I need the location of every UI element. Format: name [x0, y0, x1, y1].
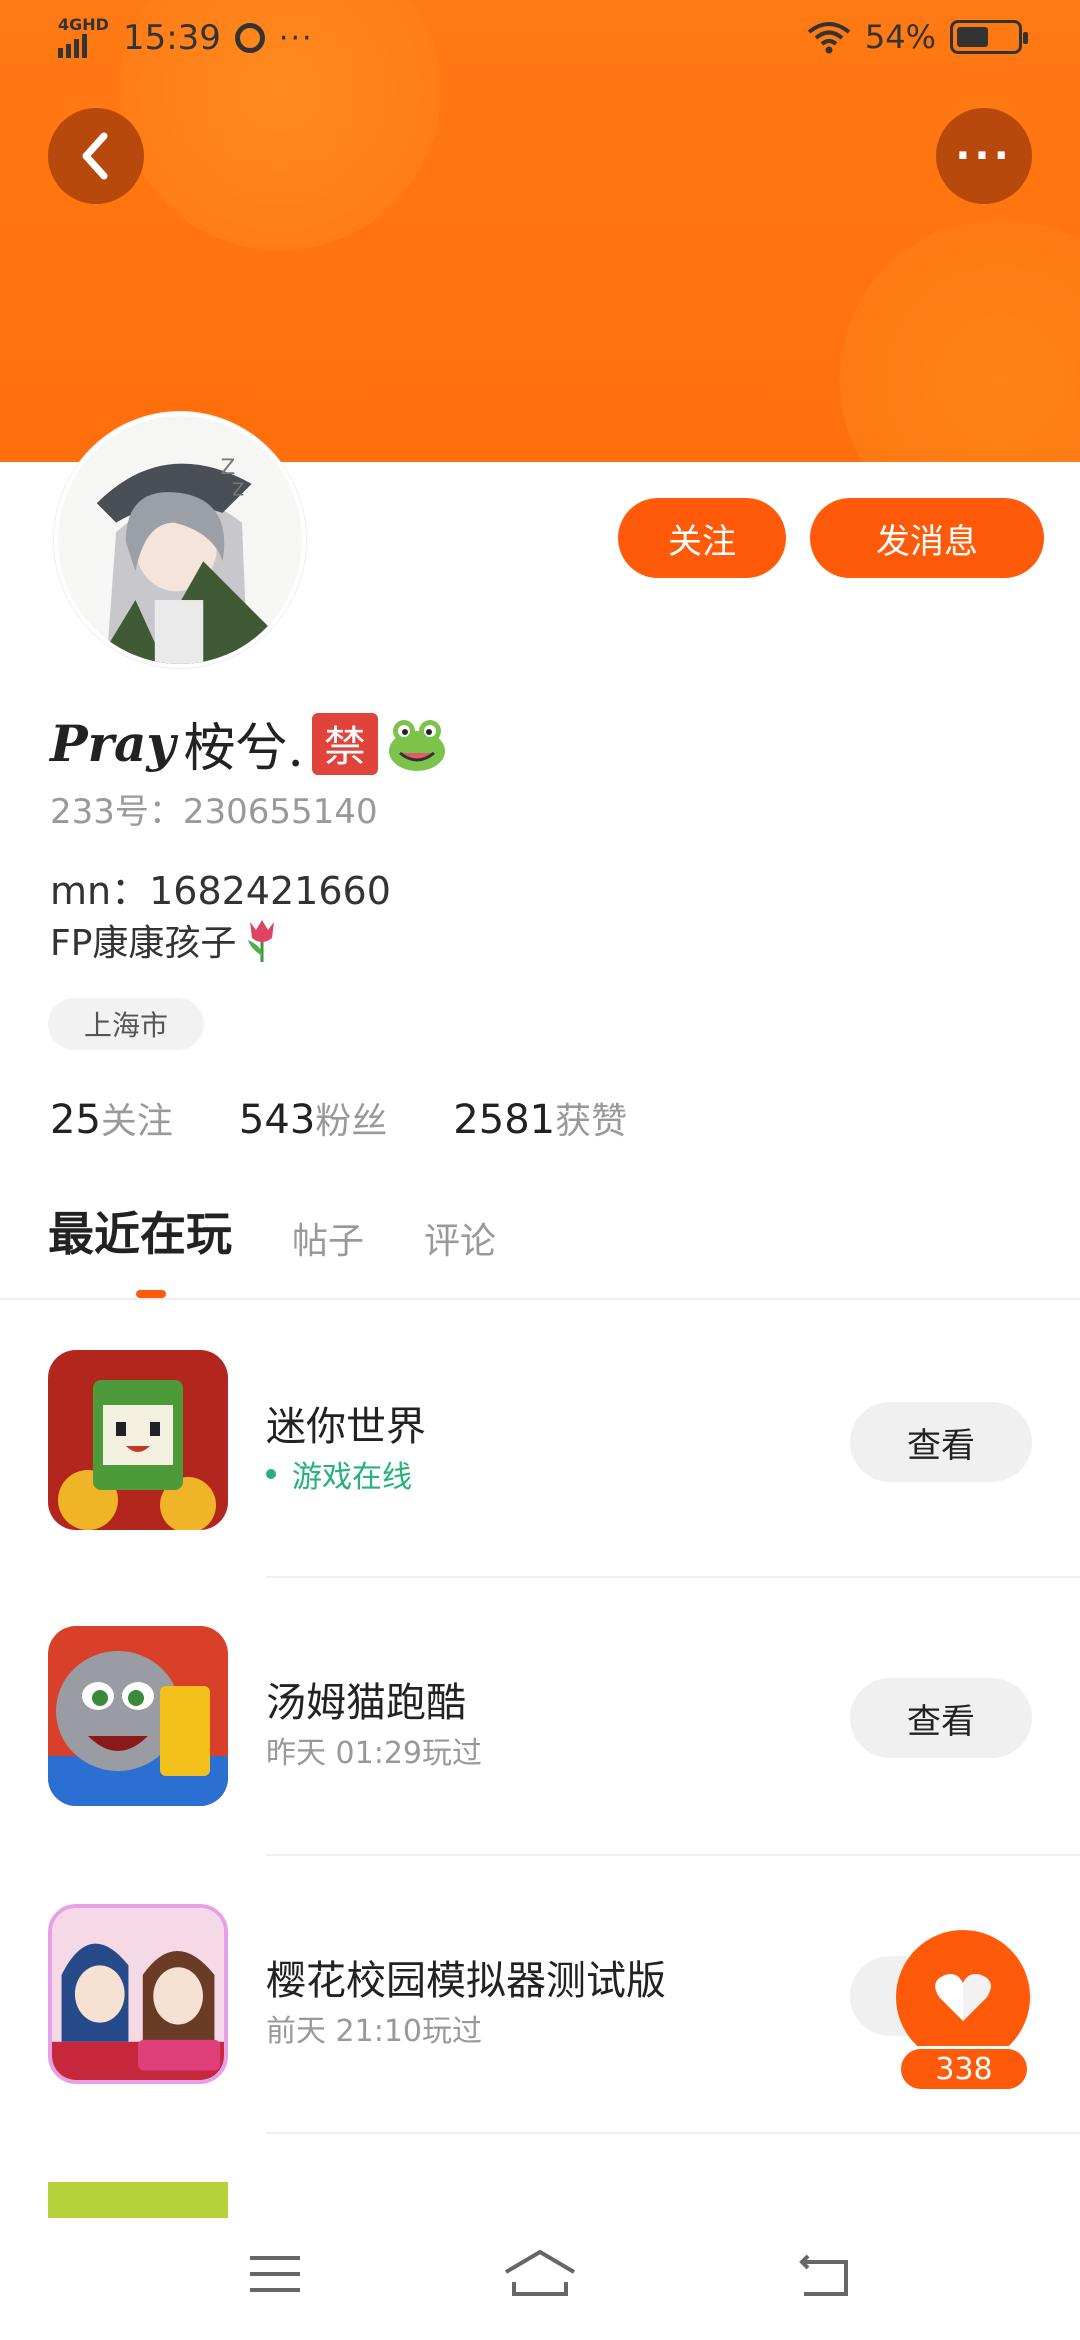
game-status: 游戏在线	[266, 1452, 412, 1496]
game-last-played: 昨天 01:29玩过	[266, 1736, 482, 1771]
row-divider	[266, 1854, 1080, 1856]
profile-name: Pray 桉兮. 禁	[50, 706, 448, 781]
stat-fans[interactable]: 543粉丝	[239, 1092, 387, 1144]
profile-stats: 25关注 543粉丝 2581获赞	[50, 1092, 627, 1144]
game-row[interactable]: 迷你世界 游戏在线 查看	[0, 1350, 1080, 1530]
game-icon-tom-cat	[48, 1626, 228, 1806]
view-button[interactable]: 查看	[850, 1678, 1032, 1758]
wifi-icon	[807, 22, 851, 54]
menu-icon[interactable]	[238, 2242, 318, 2306]
bio-line-2-text: FP康康孩子	[50, 923, 237, 964]
more-options-button[interactable]: ···	[936, 108, 1032, 204]
bio-line-1: mn：1682421660	[50, 869, 391, 913]
game-icon-partial	[48, 2182, 228, 2218]
battery-percent: 54%	[864, 18, 936, 56]
back-icon[interactable]	[784, 2242, 864, 2306]
send-message-button[interactable]: 发消息	[810, 498, 1044, 578]
stat-following[interactable]: 25关注	[50, 1092, 173, 1144]
status-time: 15:39	[122, 18, 221, 58]
game-title: 樱花校园模拟器测试版	[266, 1958, 666, 2004]
tab-indicator	[136, 1290, 166, 1298]
frog-emoji-icon	[388, 719, 445, 771]
tulip-emoji-icon	[248, 920, 275, 962]
tab-recently-played[interactable]: 最近在玩	[48, 1198, 232, 1264]
stat-label: 关注	[100, 1101, 173, 1142]
home-icon[interactable]	[500, 2242, 580, 2306]
network-type: 4GHD	[58, 15, 109, 34]
heart-icon	[935, 1974, 991, 2021]
game-title: 迷你世界	[266, 1404, 426, 1450]
battery-icon	[950, 20, 1028, 54]
signal-icon	[58, 32, 87, 58]
row-divider	[266, 1576, 1080, 1578]
more-dots-icon: ···	[955, 133, 1013, 179]
follow-button[interactable]: 关注	[618, 498, 786, 578]
name-text: 桉兮.	[183, 719, 304, 779]
tab-comments[interactable]: 评论	[424, 1212, 496, 1264]
app-notification-icon	[234, 23, 265, 53]
stat-number: 2581	[453, 1097, 556, 1143]
more-notifications-icon: ···	[278, 20, 314, 56]
row-divider	[266, 2132, 1080, 2134]
game-icon-sakura-school	[48, 1904, 228, 2084]
stat-likes: 2581获赞	[453, 1092, 627, 1144]
location-tag: 上海市	[48, 998, 204, 1050]
tab-divider	[0, 1298, 1080, 1300]
system-nav-bar	[0, 2218, 1080, 2340]
stat-label: 获赞	[555, 1101, 628, 1142]
back-button[interactable]	[48, 108, 144, 204]
ban-badge: 禁	[311, 712, 378, 775]
game-title: 汤姆猫跑酷	[266, 1680, 466, 1726]
bio-line-2: FP康康孩子	[50, 914, 282, 966]
user-id: 233号：230655140	[50, 792, 378, 832]
stat-label: 粉丝	[315, 1101, 388, 1142]
back-arrow-icon	[82, 132, 108, 180]
like-count: 338	[898, 2046, 1030, 2092]
game-row[interactable]: 汤姆猫跑酷 昨天 01:29玩过 查看	[0, 1626, 1080, 1806]
avatar[interactable]: Z Z	[54, 412, 306, 668]
game-last-played: 前天 21:10玩过	[266, 2014, 482, 2049]
view-button[interactable]: 查看	[850, 1402, 1032, 1482]
status-bar: 4GHD 15:39 ··· 54%	[0, 0, 1080, 80]
game-icon-mini-world	[48, 1350, 228, 1530]
svg-text:Z: Z	[232, 480, 244, 500]
svg-text:Z: Z	[221, 455, 236, 480]
profile-tabs: 最近在玩 帖子 评论	[48, 1198, 496, 1264]
stat-number: 25	[50, 1097, 101, 1143]
name-script-part: Pray	[50, 714, 176, 773]
avatar-image: Z Z	[58, 416, 302, 664]
stat-number: 543	[238, 1097, 316, 1143]
tab-posts[interactable]: 帖子	[292, 1212, 364, 1264]
like-button[interactable]	[896, 1930, 1030, 2064]
